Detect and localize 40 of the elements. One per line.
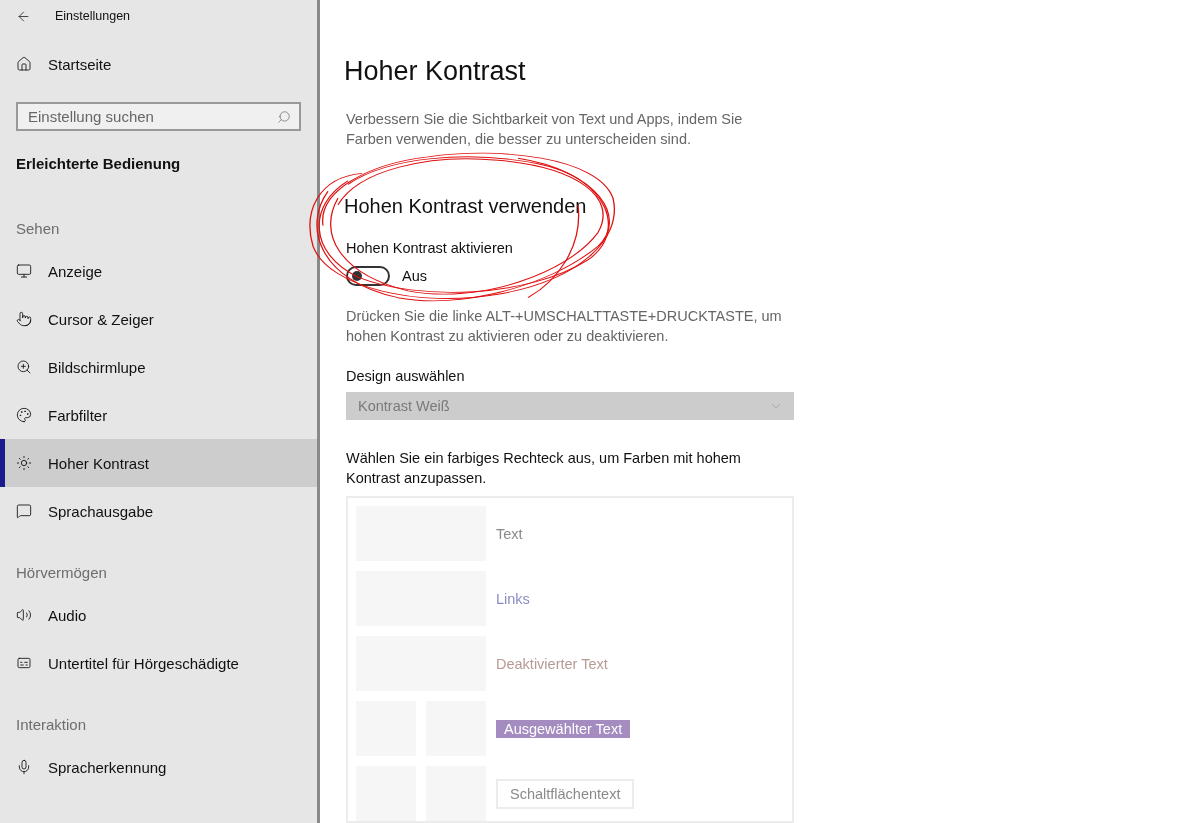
search-field[interactable]: Einstellung suchen [16,102,301,131]
sidebar-item[interactable]: Spracherkennung [0,743,317,791]
theme-label: Design auswählen [346,368,466,384]
color-sample-text: Ausgewählter Text [496,719,631,738]
category-heading: Erleichterte Bedienung [15,154,182,174]
window-title: Einstellungen [55,9,131,23]
speaker-icon [16,607,32,623]
sidebar-item[interactable]: Audio [0,591,317,639]
captions-icon [16,655,32,671]
sidebar-item[interactable]: Untertitel für Hörgeschädigte [0,639,317,687]
magnifier-icon [16,359,32,375]
color-sample-text: Deaktivierter Text [496,655,608,672]
home-link[interactable]: Startseite [0,40,317,88]
microphone-icon [16,759,32,775]
search-icon [277,110,291,124]
group-heading: Sehen [15,218,61,239]
sidebar-item[interactable]: Cursor & Zeiger [0,295,317,343]
sidebar-item[interactable]: Farbfilter [0,391,317,439]
home-icon [16,56,32,72]
sun-icon [16,455,32,471]
color-sample-text: Links [496,590,530,607]
toggle-label: Hohen Kontrast aktivieren [346,240,514,256]
sidebar-item[interactable]: Bildschirmlupe [0,343,317,391]
sidebar-item[interactable]: Sprachausgabe [0,487,317,535]
group-heading: Hörvermögen [15,562,108,583]
toggle-state-text: Aus [402,268,427,284]
colors-intro-text: Wählen Sie ein farbiges Rechteck aus, um Farben mit hohem Kontrast anzupassen. [346,449,742,488]
description-text: Verbessern Sie die Sichtbarkeit von Text und Apps, indem Sie Farben verwenden, die besser zu unterscheiden sind. [346,110,744,149]
palette-icon [16,407,32,423]
back-button[interactable] [16,8,31,24]
speech-bubble-icon [16,503,32,519]
group-heading: Interaktion [15,714,88,735]
monitor-icon [16,263,32,279]
color-sample-text: Text [496,525,523,542]
hand-pointer-icon [16,311,32,327]
page-title: Hoher Kontrast [344,56,527,87]
section-heading: Hohen Kontrast verwenden [344,195,588,218]
sidebar-item[interactable]: Hoher Kontrast [0,439,317,487]
sidebar-item[interactable]: Anzeige [0,247,317,295]
hint-text: Drücken Sie die linke ALT-+UMSCHALTTASTE+DRUCKTASTE, um hohen Kontrast zu aktivieren oder zu deaktivieren. [346,307,783,346]
